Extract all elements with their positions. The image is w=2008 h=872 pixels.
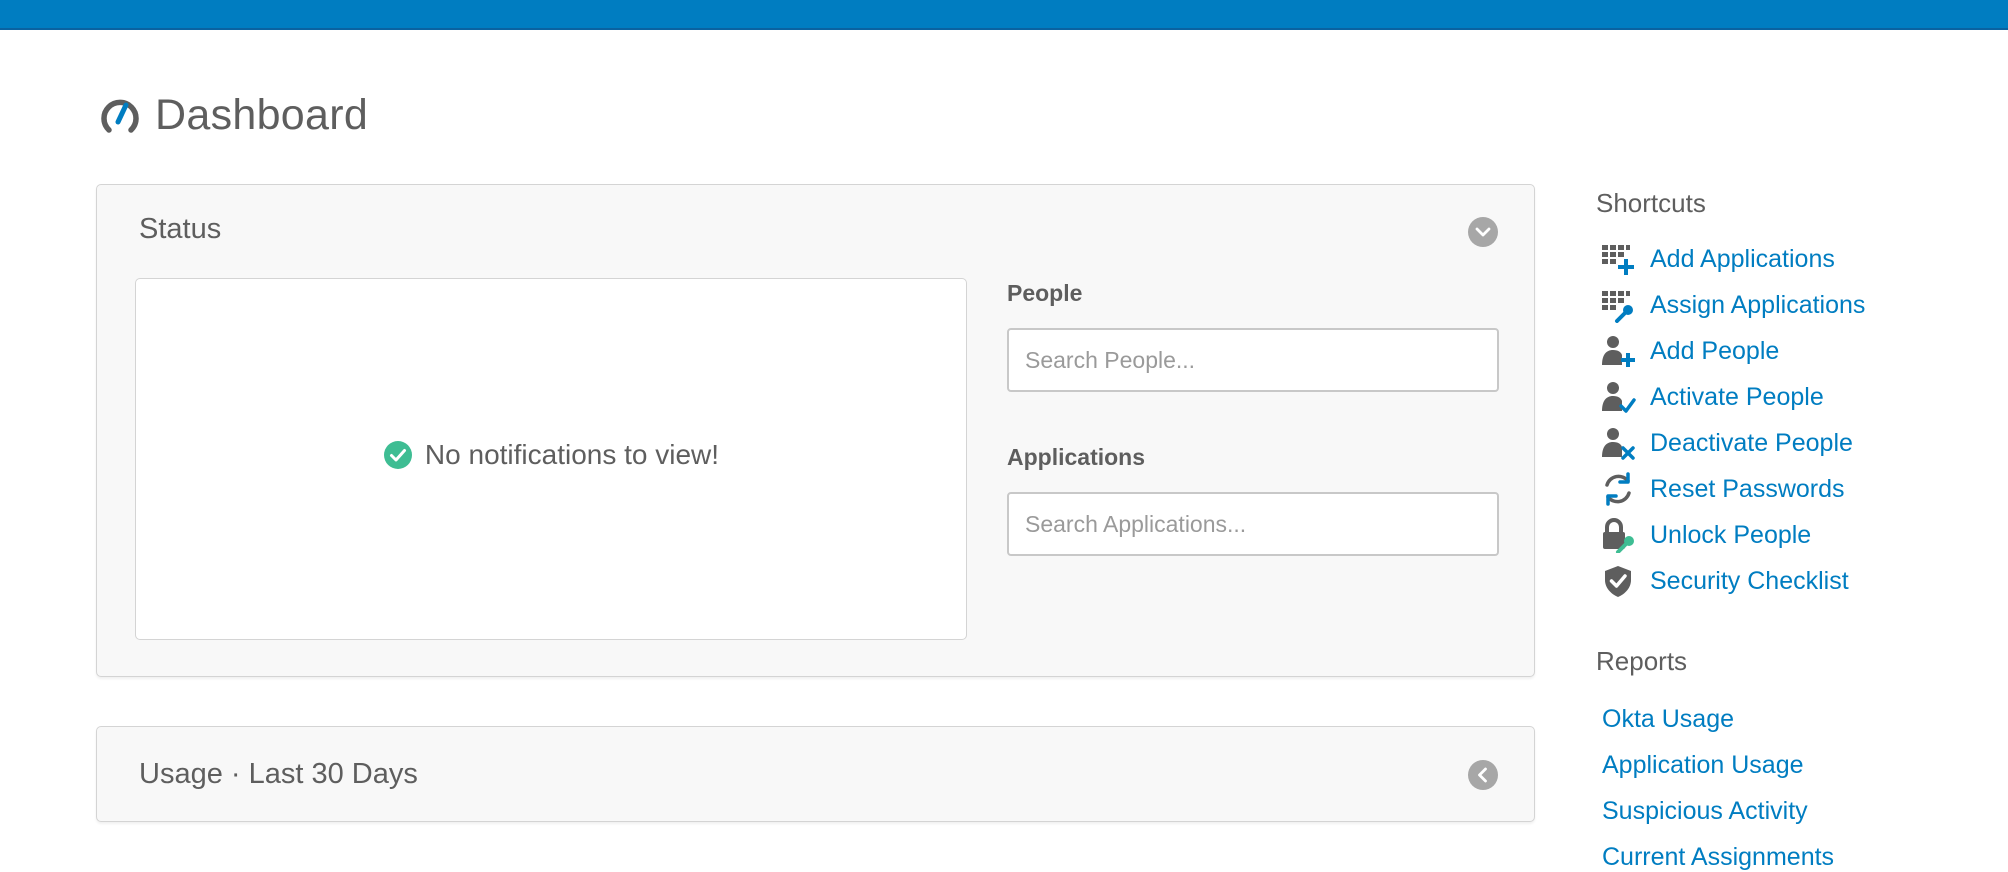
shortcut-add-people[interactable]: Add People <box>1600 332 1779 370</box>
shortcut-label: Deactivate People <box>1650 428 1853 457</box>
page-title: Dashboard <box>155 90 369 139</box>
dashboard-gauge-icon <box>101 99 139 133</box>
collapse-status-chevron-down-icon[interactable] <box>1468 217 1498 247</box>
report-link-suspicious-activity[interactable]: Suspicious Activity <box>1602 797 1808 826</box>
page-header: Dashboard <box>97 90 368 140</box>
applications-label: Applications <box>1007 444 1146 470</box>
status-panel-title: Status <box>139 213 222 245</box>
search-applications-input[interactable] <box>1007 492 1499 556</box>
shortcut-label: Add People <box>1650 336 1780 365</box>
shortcut-reset-passwords[interactable]: Reset Passwords <box>1600 470 1845 508</box>
shortcut-activate-people[interactable]: Activate People <box>1600 378 1824 416</box>
shortcut-label: Assign Applications <box>1650 290 1866 319</box>
shortcut-unlock-people[interactable]: Unlock People <box>1600 516 1811 554</box>
shield-check-icon <box>1605 566 1631 597</box>
shortcut-label: Add Applications <box>1650 244 1835 273</box>
notifications-box: No notifications to view! <box>135 278 967 640</box>
add-applications-icon <box>1602 245 1634 275</box>
lock-key-icon <box>1603 518 1634 553</box>
shortcut-deactivate-people[interactable]: Deactivate People <box>1600 424 1853 462</box>
reports-heading: Reports <box>1596 646 1688 676</box>
notifications-empty-message: No notifications to view! <box>136 439 966 471</box>
top-navigation-bar <box>0 0 2008 30</box>
deactivate-person-icon <box>1602 428 1635 460</box>
add-person-icon <box>1602 336 1635 367</box>
report-link-application-usage[interactable]: Application Usage <box>1602 751 1804 780</box>
shortcut-label: Security Checklist <box>1650 566 1849 595</box>
people-label: People <box>1007 280 1083 306</box>
shortcut-label: Reset Passwords <box>1650 474 1845 503</box>
report-link-current-assignments[interactable]: Current Assignments <box>1602 843 1834 872</box>
shortcuts-heading: Shortcuts <box>1596 188 1706 218</box>
refresh-icon <box>1605 472 1631 506</box>
success-check-icon <box>383 441 412 469</box>
shortcut-label: Unlock People <box>1650 520 1812 549</box>
shortcut-assign-applications[interactable]: Assign Applications <box>1600 286 1865 324</box>
shortcut-add-applications[interactable]: Add Applications <box>1600 240 1835 278</box>
usage-panel-title: Usage · Last 30 Days <box>139 758 418 790</box>
assign-applications-icon <box>1602 291 1633 323</box>
report-link-okta-usage[interactable]: Okta Usage <box>1602 705 1734 734</box>
shortcut-label: Activate People <box>1650 382 1824 411</box>
activate-person-icon <box>1602 382 1636 413</box>
usage-panel: Usage · Last 30 Days <box>96 726 1535 822</box>
shortcut-security-checklist[interactable]: Security Checklist <box>1600 562 1849 600</box>
status-panel: Status No notifications to view! People … <box>96 184 1535 677</box>
expand-usage-chevron-left-icon[interactable] <box>1468 760 1498 790</box>
search-people-input[interactable] <box>1007 328 1499 392</box>
notifications-message-text: No notifications to view! <box>424 439 720 470</box>
